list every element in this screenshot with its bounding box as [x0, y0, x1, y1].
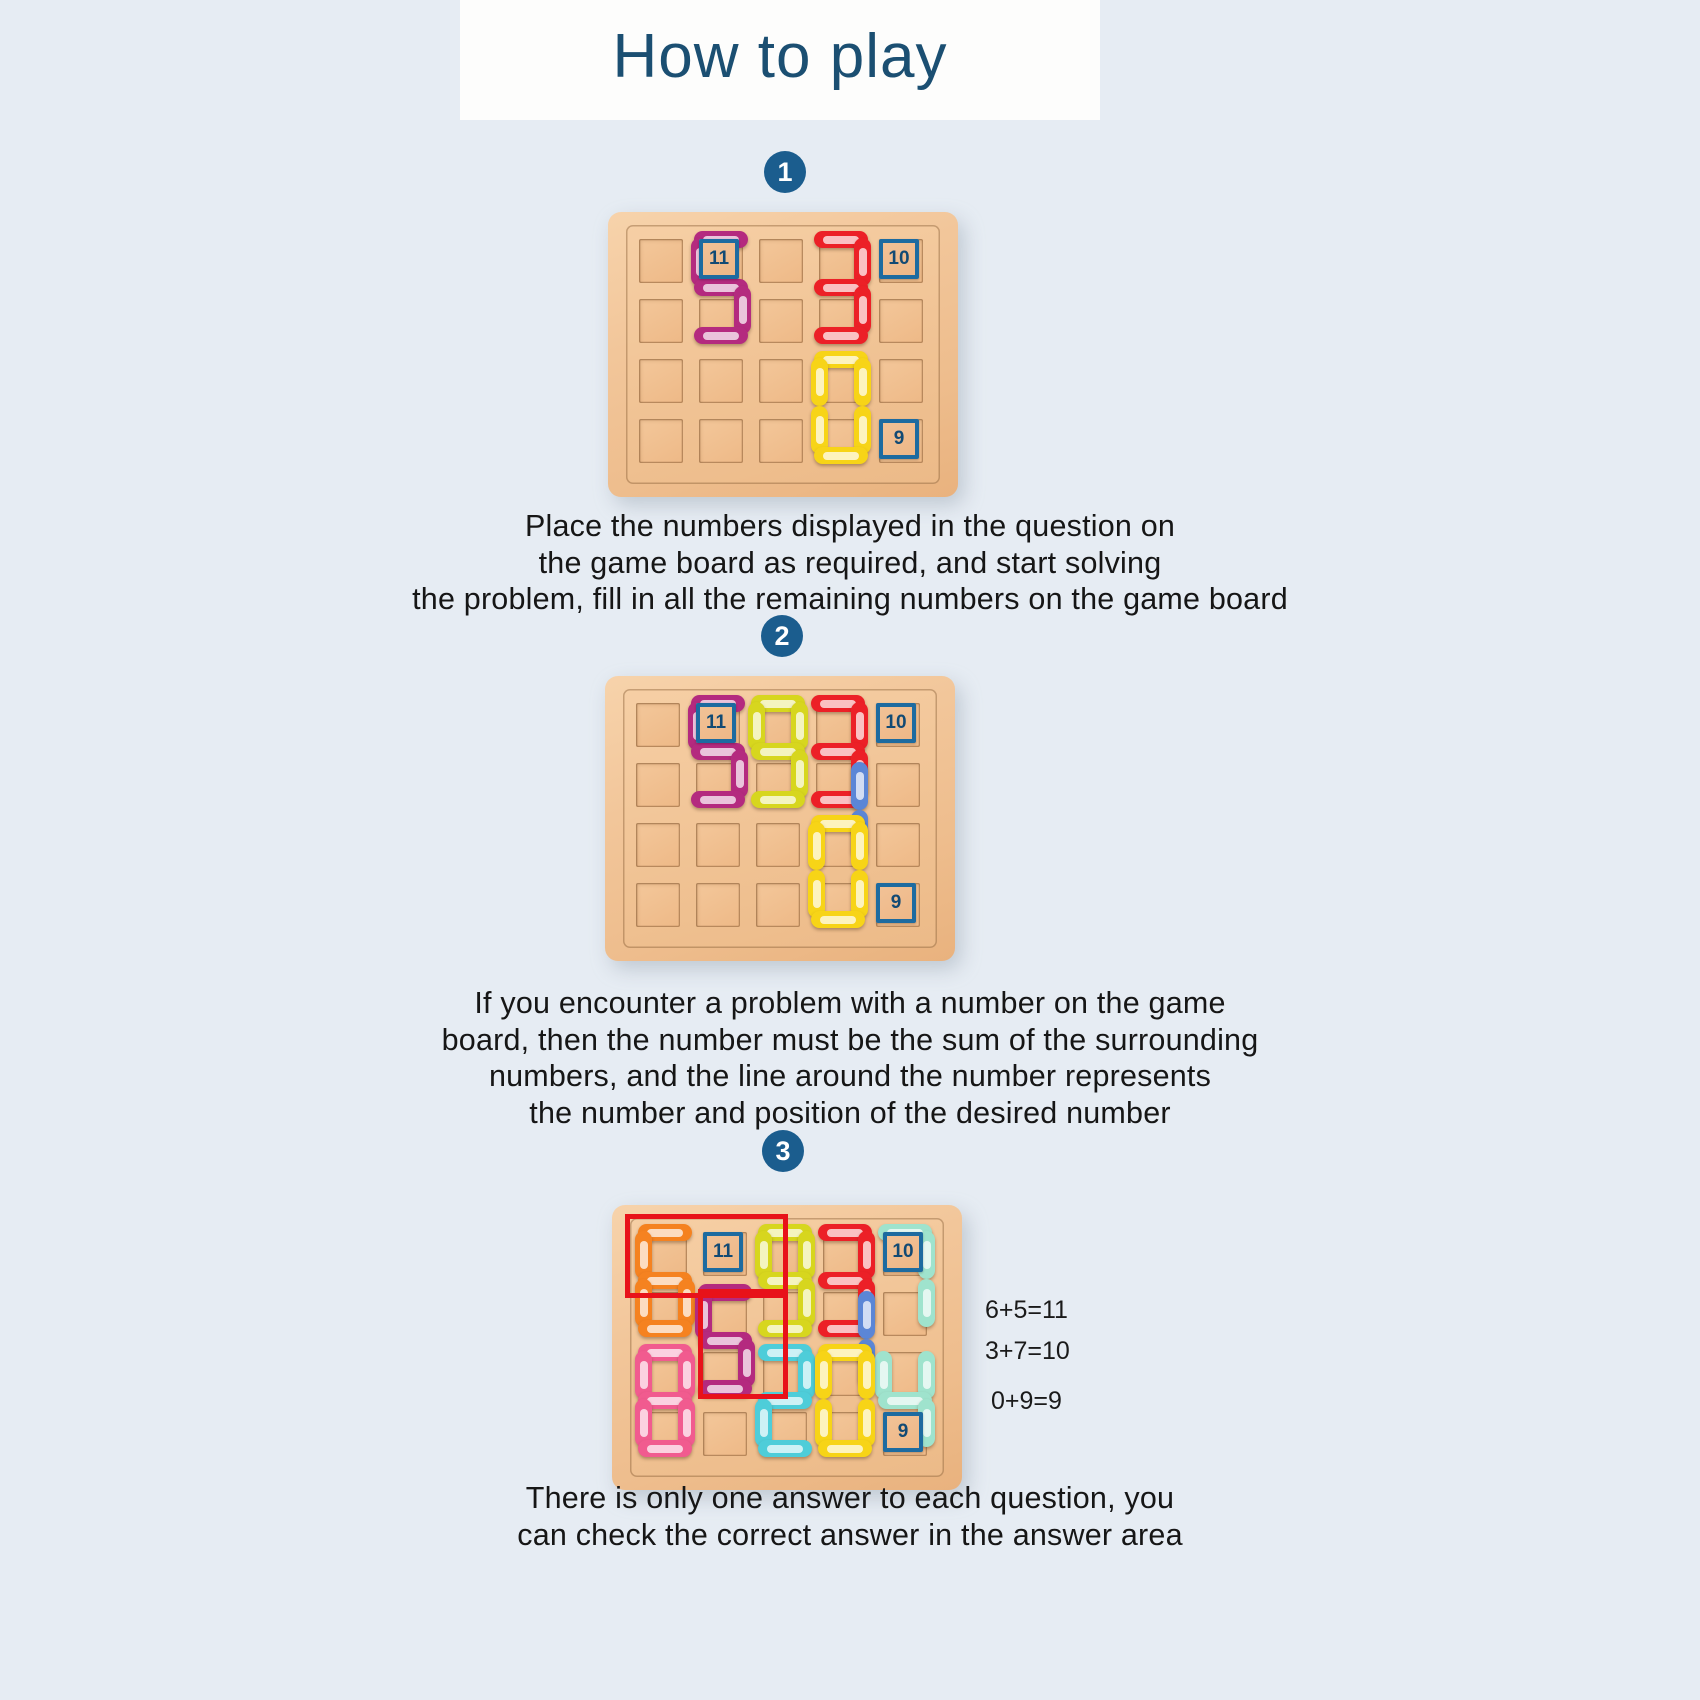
equation-line: 6+5=11 — [985, 1296, 1068, 1324]
caption-line: If you encounter a problem with a number… — [474, 986, 1226, 1020]
board-cell[interactable] — [759, 359, 803, 403]
board-cell[interactable] — [876, 823, 920, 867]
segment-tl — [815, 1351, 832, 1399]
segment-tl — [811, 358, 828, 406]
caption-line: There is only one answer to each questio… — [525, 1481, 1175, 1515]
board-cell[interactable] — [759, 299, 803, 343]
segment-b — [638, 1320, 692, 1337]
board-cell[interactable] — [756, 883, 800, 927]
segment-b — [814, 447, 868, 464]
clue-tile-10[interactable]: 10 — [879, 239, 919, 279]
step-badge-2: 2 — [761, 615, 803, 657]
game-board-step-1: 11 10 9 — [608, 212, 958, 497]
segment-tr — [854, 358, 871, 406]
equation-line: 3+7=10 — [985, 1337, 1070, 1365]
caption-line: the game board as required, and start so… — [538, 545, 1162, 580]
caption-line: Place the numbers displayed in the quest… — [524, 509, 1176, 543]
step-badge-3: 3 — [762, 1130, 804, 1172]
clue-tile-9[interactable]: 9 — [883, 1412, 923, 1452]
number-piece-0[interactable] — [811, 351, 871, 465]
number-piece-8[interactable] — [635, 1344, 695, 1458]
highlight-marker-1 — [625, 1214, 788, 1298]
board-cell[interactable] — [636, 703, 680, 747]
board-cell[interactable] — [639, 239, 683, 283]
number-piece-0[interactable] — [808, 815, 868, 929]
board-cell[interactable] — [696, 823, 740, 867]
segment-b — [811, 911, 865, 928]
number-piece-9[interactable] — [748, 695, 808, 809]
step-3-caption: There is only one answer to each questio… — [0, 1480, 1700, 1553]
title-banner: How to play — [460, 0, 1100, 120]
segment-b — [758, 1440, 812, 1457]
caption-line: can check the correct answer in the answ… — [517, 1517, 1183, 1552]
board-cell[interactable] — [756, 823, 800, 867]
wooden-board: 11 10 9 — [605, 676, 955, 961]
answer-equations: 6+5=11 3+7=10 0+9=9 — [985, 1290, 1070, 1422]
board-cell[interactable] — [636, 883, 680, 927]
step-badge-1: 1 — [764, 151, 806, 193]
segment-b — [818, 1440, 872, 1457]
game-board-step-3: 11 10 9 — [612, 1205, 962, 1490]
caption-line: the number and position of the desired n… — [529, 1095, 1171, 1130]
clue-tile-10[interactable]: 10 — [876, 703, 916, 743]
board-cell[interactable] — [639, 299, 683, 343]
board-cell[interactable] — [639, 419, 683, 463]
wooden-board: 11 10 9 — [608, 212, 958, 497]
board-cell[interactable] — [759, 419, 803, 463]
segment-b — [694, 327, 748, 344]
segment-tr — [851, 822, 868, 870]
caption-line: board, then the number must be the sum o… — [441, 1022, 1259, 1057]
equation-line: 0+9=9 — [991, 1387, 1062, 1415]
number-piece-0[interactable] — [815, 1344, 875, 1458]
board-cell[interactable] — [703, 1412, 747, 1456]
segment-b — [814, 327, 868, 344]
clue-tile-9[interactable]: 9 — [879, 419, 919, 459]
segment-tr — [858, 1351, 875, 1399]
segment-b — [638, 1440, 692, 1457]
number-piece-3[interactable] — [811, 231, 871, 345]
clue-tile-10[interactable]: 10 — [883, 1232, 923, 1272]
step-2-caption: If you encounter a problem with a number… — [0, 985, 1700, 1131]
segment-b — [691, 791, 745, 808]
board-cell[interactable] — [639, 359, 683, 403]
segment-b — [751, 791, 805, 808]
board-cell[interactable] — [699, 359, 743, 403]
segment-tr — [851, 762, 868, 810]
segment-tr — [858, 1291, 875, 1339]
board-cell[interactable] — [696, 883, 740, 927]
clue-tile-11[interactable]: 11 — [699, 239, 739, 279]
clue-tile-9[interactable]: 9 — [876, 883, 916, 923]
caption-line: the problem, fill in all the remaining n… — [412, 582, 1288, 616]
segment-br — [918, 1279, 935, 1327]
board-cell[interactable] — [759, 239, 803, 283]
segment-tl — [808, 822, 825, 870]
board-cell[interactable] — [879, 359, 923, 403]
game-board-step-2: 11 10 9 — [605, 676, 955, 961]
clue-tile-11[interactable]: 11 — [696, 703, 736, 743]
board-cell[interactable] — [636, 823, 680, 867]
step-1-caption: Place the numbers displayed in the quest… — [0, 508, 1700, 618]
caption-line: numbers, and the line around the number … — [488, 1059, 1212, 1093]
page-title: How to play — [612, 22, 948, 91]
wooden-board: 11 10 9 — [612, 1205, 962, 1490]
board-cell[interactable] — [879, 299, 923, 343]
highlight-marker-2 — [698, 1289, 788, 1399]
board-cell[interactable] — [699, 419, 743, 463]
board-cell[interactable] — [636, 763, 680, 807]
board-cell[interactable] — [876, 763, 920, 807]
